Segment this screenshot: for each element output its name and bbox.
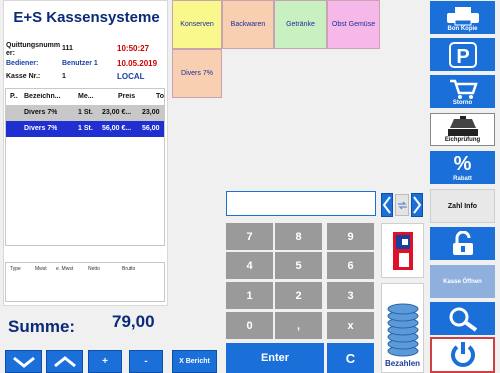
cart-item-name: Divers 7%: [24, 125, 58, 132]
chevron-right-icon: [413, 196, 422, 214]
discount-label: Rabatt: [453, 176, 472, 182]
tax-col-type: Type: [10, 266, 21, 272]
coin-stack-icon: [387, 303, 418, 357]
cart-item-name: Divers 7%: [24, 109, 58, 116]
svg-text:P: P: [456, 46, 469, 68]
table-row-selected[interactable]: Divers 7% 1 St. 56,00 €... 56,00: [6, 121, 164, 137]
cart-item-total: 56,00: [142, 125, 160, 132]
tax-table: Type Mwst e. Mwst Netto Brutto: [5, 262, 165, 302]
chevron-down-icon: [12, 356, 35, 368]
tax-col-netto: Netto: [88, 266, 100, 272]
cart-col-pos[interactable]: P..: [10, 93, 18, 100]
numpad-key-1[interactable]: 1: [226, 282, 273, 309]
amount-display-input[interactable]: [226, 191, 376, 216]
power-button[interactable]: [430, 337, 495, 373]
category-divers-7[interactable]: Divers 7%: [172, 49, 222, 98]
numpad-key-comma[interactable]: ,: [275, 312, 322, 339]
table-row[interactable]: Divers 7% 1 St. 23,00 €... 23,00: [6, 105, 164, 121]
tax-col-brutto: Brutto: [122, 266, 136, 272]
receipt-number-label: Quittungsnumm er:: [6, 42, 61, 57]
card-payment-button[interactable]: [381, 223, 424, 278]
mode-value: LOCAL: [117, 72, 145, 81]
cart-item-qty: 1 St.: [78, 109, 93, 116]
numpad-key-6[interactable]: 6: [327, 252, 374, 279]
unlock-button[interactable]: [430, 227, 495, 260]
pay-button[interactable]: Bezahlen: [381, 283, 424, 373]
category-konserven[interactable]: Konserven: [172, 0, 222, 49]
category-obst-gemuese[interactable]: Obst Gemüse: [327, 0, 380, 49]
scroll-down-button[interactable]: [5, 350, 42, 373]
tax-col-emwst: e. Mwst: [56, 266, 74, 272]
register-label: Kasse Nr.:: [6, 73, 41, 80]
numpad-key-2[interactable]: 2: [275, 282, 322, 309]
cart-header-row: P.. Bezeichn... Me... Preis To: [6, 89, 164, 105]
previous-arrow-button[interactable]: [381, 193, 393, 217]
calibration-label: Eichprüfung: [444, 137, 481, 143]
numpad-key-4[interactable]: 4: [226, 252, 273, 279]
receipt-copy-label: Bon Kopie: [447, 26, 478, 32]
storno-label: Storno: [452, 100, 473, 106]
swap-arrows-icon: [397, 201, 407, 209]
open-drawer-button[interactable]: Kasse Öffnen: [430, 265, 495, 298]
scale-icon: [447, 116, 478, 136]
chevron-up-icon: [53, 355, 76, 367]
parking-icon: P: [448, 42, 477, 68]
cart-col-qty[interactable]: Me...: [78, 93, 98, 100]
next-arrow-button[interactable]: [411, 193, 423, 217]
calibration-button[interactable]: Eichprüfung: [430, 113, 495, 146]
app-title: E+S Kassensysteme: [13, 9, 160, 26]
x-report-button[interactable]: X Bericht: [172, 350, 217, 373]
register-value: 1: [62, 73, 66, 80]
numpad-key-0[interactable]: 0: [226, 312, 273, 339]
clear-button[interactable]: C: [327, 343, 374, 373]
quantity-minus-button[interactable]: -: [129, 350, 163, 373]
quantity-plus-button[interactable]: +: [88, 350, 122, 373]
cart-item-price: 23,00 €...: [102, 109, 132, 116]
cart-col-total[interactable]: To: [156, 93, 164, 100]
ec-card-icon: [392, 231, 413, 270]
operator-value: Benutzer 1: [62, 60, 98, 67]
enter-button[interactable]: Enter: [226, 343, 324, 373]
search-button[interactable]: [430, 302, 495, 335]
operator-label: Bediener:: [6, 60, 39, 67]
unlock-icon: [452, 230, 473, 255]
discount-button[interactable]: % Rabatt: [430, 151, 495, 184]
cart-item-total: 23,00: [142, 109, 160, 116]
numpad-key-3[interactable]: 3: [327, 282, 374, 309]
cart-col-price[interactable]: Preis: [118, 93, 135, 100]
numpad-key-9[interactable]: 9: [327, 223, 374, 250]
numpad-key-5[interactable]: 5: [275, 252, 322, 279]
percent-icon: %: [453, 153, 472, 175]
numpad-key-multiply[interactable]: x: [327, 312, 374, 339]
cart-item-price: 56,00 €...: [102, 125, 132, 132]
printer-icon: [446, 7, 479, 26]
shopping-cart-icon: [449, 79, 478, 99]
chevron-left-icon: [382, 196, 391, 214]
search-icon: [449, 307, 477, 332]
date-value: 10.05.2019: [117, 59, 158, 68]
numpad-key-8[interactable]: 8: [275, 223, 322, 250]
cart-col-name[interactable]: Bezeichn...: [24, 93, 62, 100]
category-backwaren[interactable]: Backwaren: [222, 0, 274, 49]
power-icon: [450, 342, 475, 367]
cart-item-qty: 1 St.: [78, 125, 93, 132]
receipt-number-value: 111: [62, 45, 73, 52]
category-getraenke[interactable]: Getränke: [274, 0, 327, 49]
switch-button[interactable]: [395, 194, 409, 216]
receipt-copy-button[interactable]: Bon Kopie: [430, 1, 495, 34]
time-value: 10:50:27: [117, 44, 150, 53]
pay-label: Bezahlen: [384, 359, 421, 368]
total-value: 79,00: [112, 312, 155, 331]
storno-button[interactable]: Storno: [430, 75, 495, 108]
payment-info-button[interactable]: Zahl Info: [430, 189, 495, 223]
tax-col-mwst: Mwst: [35, 266, 47, 272]
cart-table[interactable]: P.. Bezeichn... Me... Preis To Divers 7%…: [5, 88, 165, 246]
scroll-up-button[interactable]: [46, 350, 83, 373]
park-button[interactable]: P: [430, 38, 495, 71]
total-label: Summe:: [8, 317, 76, 336]
numpad-key-7[interactable]: 7: [226, 223, 273, 250]
